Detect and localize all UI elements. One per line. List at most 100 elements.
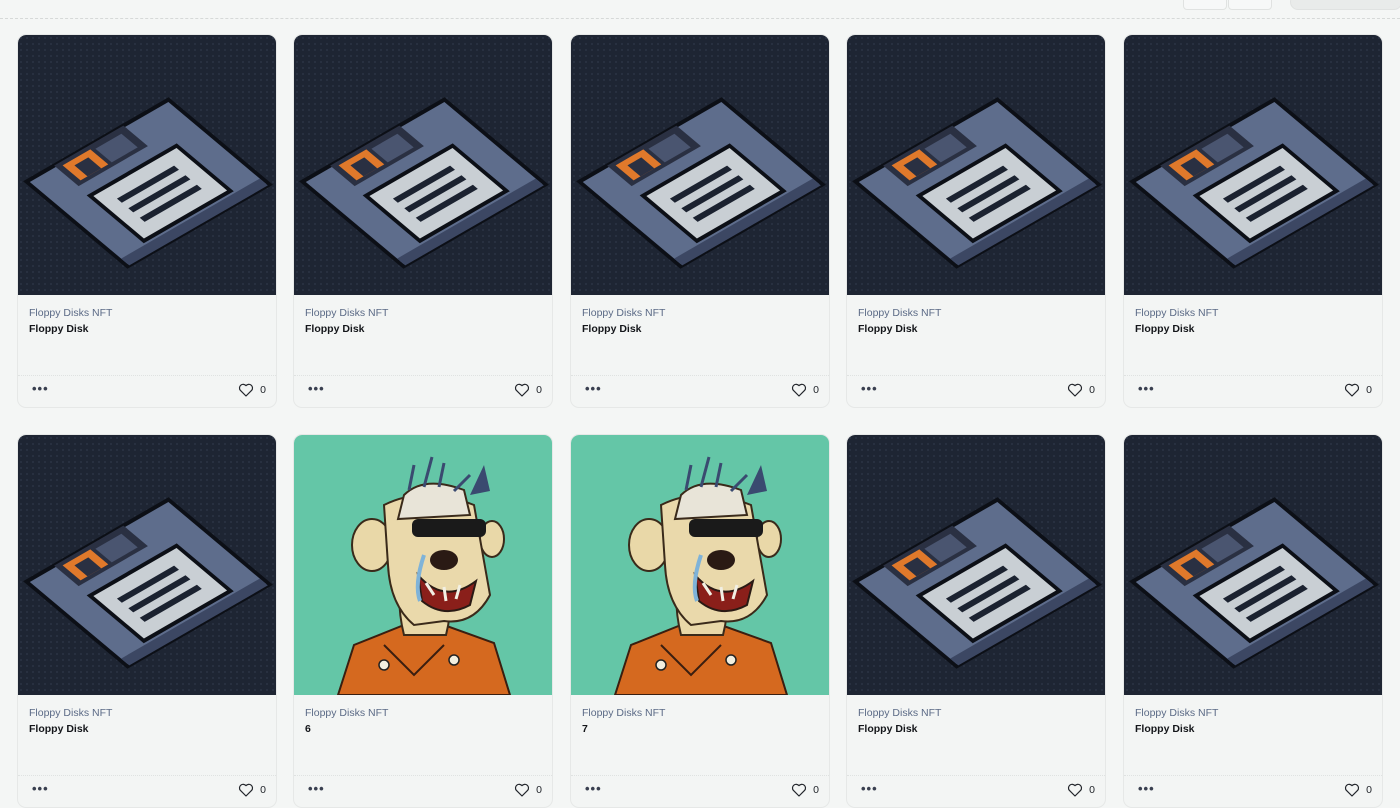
card-footer: ••• 0 bbox=[294, 375, 552, 407]
collection-name[interactable]: Floppy Disks NFT bbox=[858, 307, 1094, 319]
collection-name[interactable]: Floppy Disks NFT bbox=[582, 707, 818, 719]
nft-title[interactable]: Floppy Disk bbox=[1135, 723, 1371, 735]
card-footer: ••• 0 bbox=[18, 375, 276, 407]
card-footer: ••• 0 bbox=[571, 375, 829, 407]
card-footer: ••• 0 bbox=[1124, 375, 1382, 407]
floppy-disk-illustration bbox=[852, 97, 1102, 269]
collection-name[interactable]: Floppy Disks NFT bbox=[1135, 307, 1371, 319]
collection-name[interactable]: Floppy Disks NFT bbox=[29, 707, 265, 719]
like-count: 0 bbox=[260, 784, 266, 796]
floppy-disk-illustration bbox=[1129, 97, 1379, 269]
more-dots-icon[interactable]: ••• bbox=[1138, 382, 1155, 395]
card-footer: ••• 0 bbox=[1124, 775, 1382, 807]
like-button[interactable]: 0 bbox=[1067, 782, 1095, 798]
collection-name[interactable]: Floppy Disks NFT bbox=[305, 307, 541, 319]
nft-card[interactable]: Floppy Disks NFT Floppy Disk ••• 0 bbox=[293, 34, 553, 408]
top-toolbar bbox=[0, 0, 1400, 19]
nft-image[interactable] bbox=[294, 435, 552, 695]
floppy-disk-illustration bbox=[852, 497, 1102, 669]
floppy-disk-illustration bbox=[1129, 497, 1379, 669]
nft-card[interactable]: Floppy Disks NFT 7 ••• 0 bbox=[570, 434, 830, 808]
nft-card[interactable]: Floppy Disks NFT Floppy Disk ••• 0 bbox=[846, 34, 1106, 408]
card-footer: ••• 0 bbox=[18, 775, 276, 807]
card-footer: ••• 0 bbox=[847, 775, 1105, 807]
nft-title[interactable]: 7 bbox=[582, 723, 818, 735]
nft-image[interactable] bbox=[571, 35, 829, 295]
heart-icon bbox=[515, 383, 530, 397]
nft-card[interactable]: Floppy Disks NFT 6 ••• 0 bbox=[293, 434, 553, 808]
nft-image[interactable] bbox=[847, 435, 1105, 695]
nft-title[interactable]: Floppy Disk bbox=[582, 323, 818, 335]
floppy-disk-illustration bbox=[23, 497, 273, 669]
like-button[interactable]: 0 bbox=[791, 782, 819, 798]
nft-card[interactable]: Floppy Disks NFT Floppy Disk ••• 0 bbox=[1123, 34, 1383, 408]
nft-image[interactable] bbox=[18, 435, 276, 695]
nft-card[interactable]: Floppy Disks NFT Floppy Disk ••• 0 bbox=[1123, 434, 1383, 808]
like-count: 0 bbox=[1366, 784, 1372, 796]
ape-portrait-illustration bbox=[336, 456, 512, 695]
nft-image[interactable] bbox=[18, 35, 276, 295]
toolbar-control[interactable] bbox=[1183, 0, 1227, 10]
like-button[interactable]: 0 bbox=[791, 382, 819, 398]
nft-image[interactable] bbox=[847, 35, 1105, 295]
like-count: 0 bbox=[1089, 384, 1095, 396]
like-button[interactable]: 0 bbox=[1344, 782, 1372, 798]
collection-name[interactable]: Floppy Disks NFT bbox=[305, 707, 541, 719]
like-count: 0 bbox=[813, 384, 819, 396]
like-button[interactable]: 0 bbox=[238, 382, 266, 398]
nft-title[interactable]: Floppy Disk bbox=[29, 323, 265, 335]
floppy-disk-illustration bbox=[576, 97, 826, 269]
ape-portrait-illustration bbox=[613, 456, 789, 695]
like-count: 0 bbox=[260, 384, 266, 396]
card-footer: ••• 0 bbox=[571, 775, 829, 807]
like-count: 0 bbox=[1089, 784, 1095, 796]
nft-title[interactable]: Floppy Disk bbox=[858, 323, 1094, 335]
collection-name[interactable]: Floppy Disks NFT bbox=[858, 707, 1094, 719]
like-count: 0 bbox=[536, 784, 542, 796]
more-dots-icon[interactable]: ••• bbox=[861, 782, 878, 795]
like-button[interactable]: 0 bbox=[1344, 382, 1372, 398]
nft-card[interactable]: Floppy Disks NFT Floppy Disk ••• 0 bbox=[17, 434, 277, 808]
nft-title[interactable]: Floppy Disk bbox=[29, 723, 265, 735]
heart-icon bbox=[239, 783, 254, 797]
like-button[interactable]: 0 bbox=[238, 782, 266, 798]
more-dots-icon[interactable]: ••• bbox=[308, 782, 325, 795]
toolbar-control[interactable] bbox=[1228, 0, 1272, 10]
more-dots-icon[interactable]: ••• bbox=[308, 382, 325, 395]
like-count: 0 bbox=[1366, 384, 1372, 396]
nft-card[interactable]: Floppy Disks NFT Floppy Disk ••• 0 bbox=[570, 34, 830, 408]
card-footer: ••• 0 bbox=[847, 375, 1105, 407]
more-dots-icon[interactable]: ••• bbox=[585, 382, 602, 395]
like-button[interactable]: 0 bbox=[1067, 382, 1095, 398]
nft-title[interactable]: 6 bbox=[305, 723, 541, 735]
collection-name[interactable]: Floppy Disks NFT bbox=[1135, 707, 1371, 719]
nft-title[interactable]: Floppy Disk bbox=[1135, 323, 1371, 335]
nft-card[interactable]: Floppy Disks NFT Floppy Disk ••• 0 bbox=[846, 434, 1106, 808]
card-footer: ••• 0 bbox=[294, 775, 552, 807]
collection-name[interactable]: Floppy Disks NFT bbox=[582, 307, 818, 319]
like-button[interactable]: 0 bbox=[514, 782, 542, 798]
like-count: 0 bbox=[536, 384, 542, 396]
nft-title[interactable]: Floppy Disk bbox=[858, 723, 1094, 735]
more-dots-icon[interactable]: ••• bbox=[1138, 782, 1155, 795]
more-dots-icon[interactable]: ••• bbox=[861, 382, 878, 395]
like-count: 0 bbox=[813, 784, 819, 796]
collection-name[interactable]: Floppy Disks NFT bbox=[29, 307, 265, 319]
more-dots-icon[interactable]: ••• bbox=[32, 382, 49, 395]
nft-image[interactable] bbox=[1124, 35, 1382, 295]
nft-card[interactable]: Floppy Disks NFT Floppy Disk ••• 0 bbox=[17, 34, 277, 408]
toolbar-button[interactable] bbox=[1290, 0, 1400, 10]
more-dots-icon[interactable]: ••• bbox=[585, 782, 602, 795]
heart-icon bbox=[792, 383, 807, 397]
heart-icon bbox=[1068, 383, 1083, 397]
nft-title[interactable]: Floppy Disk bbox=[305, 323, 541, 335]
floppy-disk-illustration bbox=[23, 97, 273, 269]
like-button[interactable]: 0 bbox=[514, 382, 542, 398]
nft-image[interactable] bbox=[571, 435, 829, 695]
more-dots-icon[interactable]: ••• bbox=[32, 782, 49, 795]
heart-icon bbox=[515, 783, 530, 797]
heart-icon bbox=[1345, 783, 1360, 797]
nft-image[interactable] bbox=[1124, 435, 1382, 695]
heart-icon bbox=[239, 383, 254, 397]
nft-image[interactable] bbox=[294, 35, 552, 295]
